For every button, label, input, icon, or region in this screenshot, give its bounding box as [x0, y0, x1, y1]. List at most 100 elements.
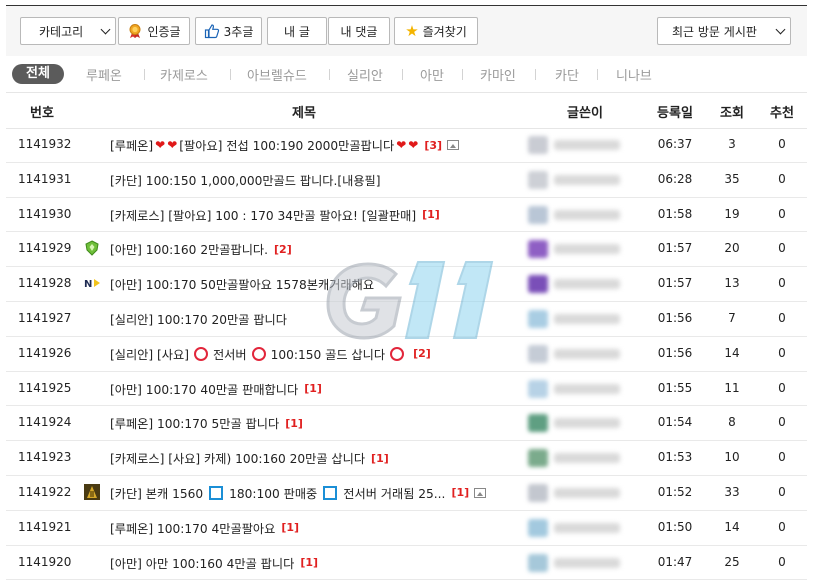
- header-number: 번호: [30, 106, 54, 121]
- author-cell[interactable]: [528, 553, 633, 573]
- post-title-link[interactable]: [카제로스] [팔아요] 100 : 170 34만골 팔아요! [일괄판매] […: [110, 206, 520, 224]
- author-cell[interactable]: [528, 309, 633, 329]
- author-cell[interactable]: [528, 274, 633, 294]
- table-row[interactable]: 1141923 [카제로스] [사요] 카제) 100:160 20만골 삽니다[…: [6, 441, 807, 476]
- post-title-link[interactable]: [루페온] 100:170 4만골팔아요 [1]: [110, 519, 520, 537]
- post-date: 06:28: [657, 171, 693, 186]
- circle-icon: [193, 346, 208, 361]
- author-avatar: [528, 275, 548, 294]
- post-title-link[interactable]: [루페온] ❤ ❤ [팔아요] 전섭 100:190 2000만골팝니다 ❤ ❤ [3]: [110, 136, 520, 154]
- post-title-link[interactable]: [아만] 100:160 2만골팝니다. [2]: [110, 240, 520, 258]
- post-title-text: [아만] 아만 100:160 4만골 팝니다: [110, 556, 295, 571]
- my-posts-button[interactable]: 내 글: [267, 17, 327, 45]
- post-title-text: 100:150 골드 삽니다: [270, 347, 386, 362]
- author-cell[interactable]: [528, 483, 633, 503]
- comment-count[interactable]: [1]: [422, 208, 440, 221]
- tab-all[interactable]: 전체: [12, 64, 64, 84]
- post-number: 1141920: [18, 554, 72, 569]
- table-row[interactable]: 1141926 [실리안] [사요] 전서버 100:150 골드 삽니다 [2] 01:…: [6, 337, 807, 372]
- post-title-link[interactable]: [카단] 100:150 1,000,000만골드 팝니다.[내용필]: [110, 171, 520, 189]
- comment-count[interactable]: [1]: [371, 452, 389, 465]
- tab-kadan[interactable]: 카단: [555, 65, 579, 84]
- author-avatar: [528, 449, 548, 468]
- tab-divider: [535, 69, 536, 80]
- my-comments-button[interactable]: 내 댓글: [328, 17, 390, 45]
- author-cell[interactable]: [528, 239, 633, 259]
- category-select[interactable]: 카테고리: [20, 17, 116, 45]
- square-icon: [323, 485, 338, 500]
- post-title-link[interactable]: [루페온] 100:170 5만골 팝니다 [1]: [110, 414, 520, 432]
- recommended-posts-button[interactable]: 3추글: [195, 17, 262, 45]
- post-number: 1141922: [18, 484, 72, 499]
- board-toolbar: 카테고리 인증글 3추글 내 글 내 댓글 ★ 즐겨찾기 최근 방문 게시판: [6, 6, 807, 56]
- table-row[interactable]: 1141927 [실리안] 100:170 20만골 팝니다 01:56 7 0: [6, 302, 807, 337]
- table-row[interactable]: 1141920 [아만] 아만 100:160 4만골 팝니다 [1] 01:47 25…: [6, 546, 807, 581]
- author-cell[interactable]: [528, 135, 633, 155]
- author-cell[interactable]: [528, 518, 633, 538]
- author-cell[interactable]: [528, 205, 633, 225]
- table-row[interactable]: 1141922 [카단] 본캐 1560 180:100 판매중 전서버 거래됨 25…: [6, 476, 807, 511]
- author-cell[interactable]: [528, 344, 633, 364]
- tab-silian[interactable]: 실리안: [347, 65, 383, 84]
- post-title-link[interactable]: [아만] 아만 100:160 4만골 팝니다 [1]: [110, 554, 520, 572]
- certified-posts-button[interactable]: 인증글: [118, 17, 190, 45]
- comment-count[interactable]: [1]: [281, 521, 299, 534]
- header-views: 조회: [720, 106, 744, 121]
- author-cell[interactable]: [528, 413, 633, 433]
- table-row[interactable]: 1141929 [아만] 100:160 2만골팝니다. [2] 01:57 20 0: [6, 232, 807, 268]
- author-avatar: [528, 136, 548, 154]
- comment-count[interactable]: [1]: [285, 417, 303, 430]
- author-name-blurred: [554, 418, 620, 429]
- comment-count[interactable]: [1]: [300, 556, 318, 569]
- table-row[interactable]: 1141932 [루페온] ❤ ❤ [팔아요] 전섭 100:190 2000만골팝니다…: [6, 128, 807, 163]
- view-count: 7: [728, 310, 736, 325]
- post-title-text: 전서버 거래됨 25...: [343, 486, 446, 501]
- author-name-blurred: [554, 313, 620, 324]
- table-row[interactable]: 1141924 [루페온] 100:170 5만골 팝니다 [1] 01:54 8 0: [6, 406, 807, 442]
- server-tabs: 전체 루페온 카제로스 아브렐슈드 실리안 아만 카마인 카단 니나브: [6, 62, 807, 88]
- post-title-link[interactable]: [카제로스] [사요] 카제) 100:160 20만골 삽니다 [1]: [110, 449, 520, 467]
- post-title-text: [루페온] 100:170 5만골 팝니다: [110, 417, 280, 432]
- view-count: 3: [728, 137, 736, 151]
- tab-aman[interactable]: 아만: [420, 65, 444, 84]
- heart-icon: ❤: [155, 138, 166, 152]
- comment-count[interactable]: [2]: [274, 243, 292, 256]
- author-cell[interactable]: [528, 379, 633, 399]
- post-number: 1141929: [18, 241, 72, 256]
- post-title-link[interactable]: [카단] 본캐 1560 180:100 판매중 전서버 거래됨 25... [1]: [110, 484, 520, 502]
- tab-kazeros[interactable]: 카제로스: [160, 65, 208, 84]
- post-date: 01:55: [657, 380, 693, 395]
- recommended-posts-label: 3추글: [223, 24, 254, 39]
- gold-level-icon: [84, 483, 100, 500]
- recent-boards-select[interactable]: 최근 방문 게시판: [657, 17, 791, 45]
- heart-icon: ❤: [396, 138, 407, 152]
- tab-divider: [329, 69, 330, 80]
- tab-kamain[interactable]: 카마인: [480, 65, 516, 84]
- table-row[interactable]: 1141921 [루페온] 100:170 4만골팔아요 [1] 01:50 14 0: [6, 511, 807, 546]
- author-cell[interactable]: [528, 170, 633, 190]
- tab-lupeon[interactable]: 루페온: [86, 65, 122, 84]
- author-avatar: [528, 240, 548, 259]
- post-number: 1141924: [18, 415, 72, 430]
- comment-count[interactable]: [1]: [451, 486, 469, 499]
- post-title-text: 전서버: [212, 347, 247, 362]
- tab-abrelshud[interactable]: 아브렐슈드: [247, 65, 307, 84]
- post-date: 01:54: [657, 415, 693, 430]
- post-title-link[interactable]: [실리안] [사요] 전서버 100:150 골드 삽니다 [2]: [110, 345, 520, 363]
- table-row[interactable]: 1141930 [카제로스] [팔아요] 100 : 170 34만골 팔아요! …: [6, 198, 807, 233]
- table-header: 번호 제목 글쓴이 등록일 조회 추천: [6, 92, 807, 129]
- post-title-link[interactable]: [아만] 100:170 40만골 판매합니다 [1]: [110, 380, 520, 398]
- comment-count[interactable]: [1]: [304, 382, 322, 395]
- post-title-link[interactable]: [아만] 100:170 50만골팔아요 1578본캐거래해요: [110, 275, 520, 293]
- favorites-button[interactable]: ★ 즐겨찾기: [394, 17, 478, 45]
- view-count: 35: [724, 171, 740, 186]
- table-row[interactable]: 1141931 [카단] 100:150 1,000,000만골드 팝니다.[내용…: [6, 163, 807, 198]
- author-cell[interactable]: [528, 448, 633, 468]
- tab-ninav[interactable]: 니나브: [616, 65, 652, 84]
- comment-count[interactable]: [2]: [413, 347, 431, 360]
- table-row[interactable]: 1141925 [아만] 100:170 40만골 판매합니다 [1] 01:55 11…: [6, 372, 807, 407]
- post-date: 01:53: [657, 450, 693, 465]
- table-row[interactable]: 1141928 N [아만] 100:170 50만골팔아요 1578본캐거래해요 0…: [6, 267, 807, 302]
- post-title-link[interactable]: [실리안] 100:170 20만골 팝니다: [110, 310, 520, 328]
- comment-count[interactable]: [3]: [424, 139, 442, 152]
